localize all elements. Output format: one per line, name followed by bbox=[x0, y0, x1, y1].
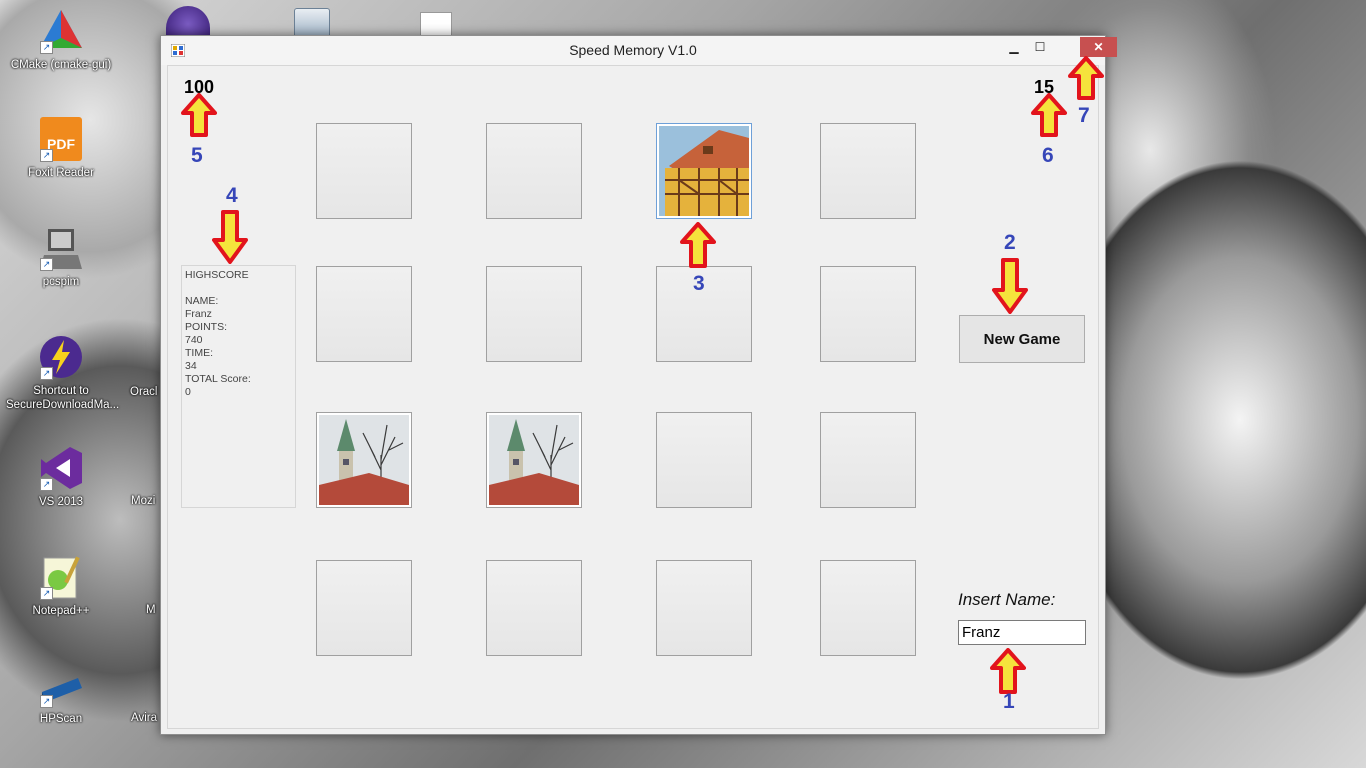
visual-studio-icon: ↗ bbox=[38, 445, 84, 491]
close-button[interactable]: ✕ bbox=[1080, 37, 1117, 57]
insert-name-label: Insert Name: bbox=[958, 590, 1056, 609]
desktop-icon-foxit[interactable]: PDF ↗ Foxit Reader bbox=[6, 116, 116, 180]
church-tower-image bbox=[319, 415, 409, 505]
annotation-arrow-up bbox=[990, 648, 1026, 694]
desktop-icon-hpscan[interactable]: ↗ HPScan bbox=[6, 662, 116, 726]
desktop-icon-label-partial: Mozi bbox=[131, 495, 156, 507]
shortcut-arrow-icon: ↗ bbox=[40, 695, 53, 708]
memory-card[interactable] bbox=[486, 123, 582, 219]
memory-card[interactable] bbox=[486, 266, 582, 362]
desktop-icon-securedownload[interactable]: ↗ Shortcut to SecureDownloadMa... bbox=[6, 334, 120, 412]
shortcut-arrow-icon: ↗ bbox=[40, 587, 53, 600]
cmake-icon: ↗ bbox=[38, 8, 84, 54]
annotation-arrow-down bbox=[992, 258, 1028, 314]
annotation-number: 4 bbox=[226, 184, 238, 207]
memory-card[interactable] bbox=[820, 412, 916, 508]
desktop-icon-label: CMake (cmake-gui) bbox=[10, 59, 112, 71]
shortcut-arrow-icon: ↗ bbox=[40, 478, 53, 491]
annotation-number: 2 bbox=[1004, 231, 1016, 254]
memory-card[interactable] bbox=[656, 412, 752, 508]
annotation-number: 5 bbox=[191, 144, 203, 167]
desktop-icon-label: Shortcut to SecureDownloadMa... bbox=[6, 385, 120, 411]
name-input[interactable] bbox=[958, 620, 1086, 645]
title-bar[interactable]: Speed Memory V1.0 ▁ ☐ ✕ bbox=[161, 36, 1117, 65]
shortcut-arrow-icon: ↗ bbox=[40, 258, 53, 271]
minimize-icon: ▁ bbox=[1009, 40, 1019, 54]
highscore-panel: HIGHSCORE NAME: Franz POINTS: 740 TIME: … bbox=[181, 265, 296, 508]
maximize-button[interactable]: ☐ bbox=[1027, 37, 1053, 57]
memory-card[interactable] bbox=[820, 560, 916, 656]
scanner-icon: ↗ bbox=[38, 662, 84, 708]
desktop-icon-label: VS 2013 bbox=[38, 496, 84, 508]
shortcut-arrow-icon: ↗ bbox=[40, 41, 53, 54]
annotation-arrow-down bbox=[212, 210, 248, 264]
annotation-arrow-up bbox=[1068, 56, 1104, 100]
annotation-arrow-up bbox=[680, 222, 716, 268]
highscore-total-value: 0 bbox=[185, 386, 191, 398]
document-icon[interactable] bbox=[420, 12, 452, 37]
notepad-icon: ↗ bbox=[38, 554, 84, 600]
lightning-icon: ↗ bbox=[38, 334, 84, 380]
maximize-icon: ☐ bbox=[1034, 40, 1046, 54]
memory-card-revealed-church[interactable] bbox=[486, 412, 582, 508]
minimize-button[interactable]: ▁ bbox=[1001, 37, 1027, 57]
shortcut-arrow-icon: ↗ bbox=[40, 367, 53, 380]
new-game-button[interactable]: New Game bbox=[959, 315, 1085, 363]
memory-card[interactable] bbox=[820, 266, 916, 362]
memory-card[interactable] bbox=[316, 123, 412, 219]
memory-card[interactable] bbox=[656, 560, 752, 656]
desktop-icon-label: HPScan bbox=[39, 713, 83, 725]
desktop-icon-vs2013[interactable]: ↗ VS 2013 bbox=[6, 445, 116, 509]
desktop-icon-notepadpp[interactable]: ↗ Notepad++ bbox=[6, 554, 116, 618]
half-timbered-house-image bbox=[659, 126, 749, 216]
annotation-number: 7 bbox=[1078, 104, 1090, 127]
desktop-icon-label-partial: Avira bbox=[131, 712, 157, 724]
annotation-arrow-up bbox=[181, 93, 217, 137]
annotation-number: 3 bbox=[693, 272, 705, 295]
highscore-heading: HIGHSCORE bbox=[185, 269, 249, 281]
highscore-name-label: NAME: bbox=[185, 295, 219, 307]
annotation-arrow-up bbox=[1031, 93, 1067, 137]
highscore-time-label: TIME: bbox=[185, 347, 213, 359]
desktop-icon-label: Foxit Reader bbox=[28, 167, 94, 179]
memory-card[interactable] bbox=[316, 560, 412, 656]
annotation-number: 6 bbox=[1042, 144, 1054, 167]
memory-card-revealed-church[interactable] bbox=[316, 412, 412, 508]
speed-memory-window: Speed Memory V1.0 ▁ ☐ ✕ 100 15 HIGHSCORE… bbox=[160, 35, 1117, 735]
desktop-icon-label: Notepad++ bbox=[32, 605, 90, 617]
desktop-icon-label-partial: M bbox=[146, 604, 156, 616]
memory-card[interactable] bbox=[316, 266, 412, 362]
memory-card[interactable] bbox=[820, 123, 916, 219]
pdf-icon: PDF ↗ bbox=[38, 116, 84, 162]
memory-card-revealed-house[interactable] bbox=[656, 123, 752, 219]
highscore-name-value: Franz bbox=[185, 308, 212, 320]
recycle-bin-icon[interactable] bbox=[294, 8, 330, 37]
desktop-icon-label-partial: Oracl bbox=[130, 386, 158, 398]
desktop-icon-partial[interactable] bbox=[166, 6, 210, 36]
window-title: Speed Memory V1.0 bbox=[569, 42, 697, 58]
annotation-number: 1 bbox=[1003, 690, 1015, 713]
highscore-total-label: TOTAL Score: bbox=[185, 373, 251, 385]
desktop-icon-label: pcspim bbox=[42, 276, 80, 288]
shortcut-arrow-icon: ↗ bbox=[40, 149, 53, 162]
desktop-icon-cmake[interactable]: ↗ CMake (cmake-gui) bbox=[6, 8, 116, 72]
desktop-icon-pcspim[interactable]: ↗ pcspim bbox=[6, 225, 116, 289]
church-tower-image bbox=[489, 415, 579, 505]
memory-card[interactable] bbox=[486, 560, 582, 656]
highscore-time-value: 34 bbox=[185, 360, 197, 372]
close-icon: ✕ bbox=[1093, 40, 1104, 54]
highscore-points-value: 740 bbox=[185, 334, 203, 346]
computer-icon: ↗ bbox=[38, 225, 84, 271]
highscore-points-label: POINTS: bbox=[185, 321, 228, 333]
game-area: 100 15 HIGHSCORE NAME: Franz POINTS: 740… bbox=[167, 65, 1099, 729]
